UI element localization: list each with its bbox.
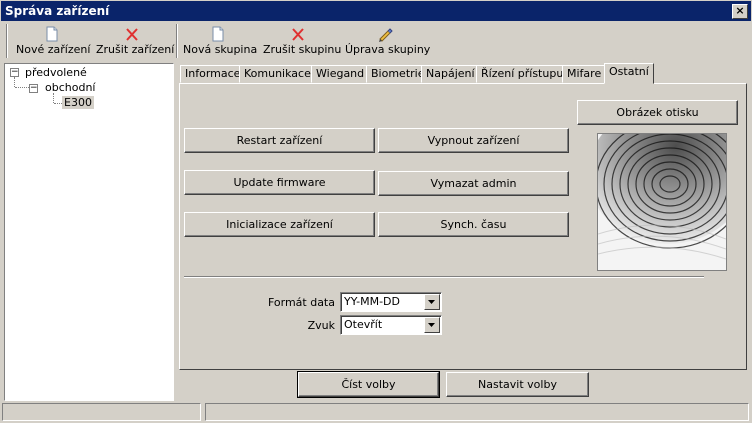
delete-device-button[interactable]: Zrušit zařízení xyxy=(96,26,175,58)
status-bar xyxy=(2,403,750,421)
tab-biometrie[interactable]: Biometrie xyxy=(366,65,430,83)
status-panel-right xyxy=(205,403,749,421)
collapse-icon[interactable]: − xyxy=(10,68,19,77)
fingerprint-image-button[interactable]: Obrázek otisku xyxy=(577,100,738,125)
tab-wiegand[interactable]: Wiegand xyxy=(311,65,370,83)
new-group-label: Nová skupina xyxy=(183,43,258,56)
new-document-icon xyxy=(212,26,224,42)
new-group-button[interactable]: Nová skupina xyxy=(183,26,258,58)
tab-komunikace[interactable]: Komunikace xyxy=(239,65,316,83)
tree-node-root[interactable]: předvolené xyxy=(25,66,87,79)
tree-line xyxy=(53,93,55,103)
sync-time-button[interactable]: Synch. času xyxy=(378,212,569,237)
collapse-icon[interactable]: − xyxy=(29,84,38,93)
tab-rizeni-pristupu[interactable]: Řízení přístupu xyxy=(476,65,569,83)
new-device-button[interactable]: Nové zařízení xyxy=(16,26,91,58)
delete-group-button[interactable]: Zrušit skupinu xyxy=(263,26,342,58)
delete-x-icon xyxy=(126,28,138,41)
date-format-select[interactable]: YY-MM-DD xyxy=(340,292,442,312)
sound-select[interactable]: Otevřít xyxy=(340,315,442,335)
delete-x-icon xyxy=(292,28,304,41)
window-title: Správa zařízení xyxy=(5,4,110,18)
date-format-label: Formát data xyxy=(267,296,335,309)
device-management-window: Správa zařízení × Nové zařízení Zrušit z… xyxy=(0,0,752,423)
fingerprint-image xyxy=(597,133,727,271)
tab-informace[interactable]: Informace xyxy=(180,65,246,83)
delete-device-label: Zrušit zařízení xyxy=(96,43,175,56)
date-format-value: YY-MM-DD xyxy=(344,295,400,308)
edit-group-button[interactable]: Úprava skupiny xyxy=(345,26,431,58)
toolbar-separator xyxy=(6,24,8,58)
close-button[interactable]: × xyxy=(732,4,748,19)
initialize-device-button[interactable]: Inicializace zařízení xyxy=(184,212,375,237)
power-off-device-button[interactable]: Vypnout zařízení xyxy=(378,128,569,153)
sound-value: Otevřít xyxy=(344,318,383,331)
set-options-button[interactable]: Nastavit volby xyxy=(446,372,589,397)
tree-node-device[interactable]: E300 xyxy=(62,96,94,109)
update-firmware-button[interactable]: Update firmware xyxy=(184,170,375,195)
tree-line xyxy=(15,87,29,89)
tab-ostatni[interactable]: Ostatní xyxy=(604,63,654,84)
edit-pencil-icon xyxy=(379,28,393,42)
restart-device-button[interactable]: Restart zařízení xyxy=(184,128,375,153)
sound-label: Zvuk xyxy=(307,319,335,332)
delete-group-label: Zrušit skupinu xyxy=(263,43,342,56)
tab-napajeni[interactable]: Napájení xyxy=(421,65,480,83)
tree-line xyxy=(14,77,16,87)
status-panel-left xyxy=(2,403,201,421)
tree-line xyxy=(54,103,62,105)
title-bar: Správa zařízení × xyxy=(1,1,751,21)
tab-mifare[interactable]: Mifare xyxy=(562,65,607,83)
clear-admin-button[interactable]: Vymazat admin xyxy=(378,171,569,196)
edit-group-label: Úprava skupiny xyxy=(345,43,431,56)
panel-divider xyxy=(184,276,704,278)
chevron-down-icon[interactable] xyxy=(424,294,440,310)
toolbar-separator xyxy=(176,24,178,58)
device-tree[interactable]: − předvolené − obchodní E300 xyxy=(4,63,174,401)
read-options-button[interactable]: Číst volby xyxy=(297,371,440,398)
new-device-label: Nové zařízení xyxy=(16,43,91,56)
chevron-down-icon[interactable] xyxy=(424,317,440,333)
new-document-icon xyxy=(46,26,58,42)
